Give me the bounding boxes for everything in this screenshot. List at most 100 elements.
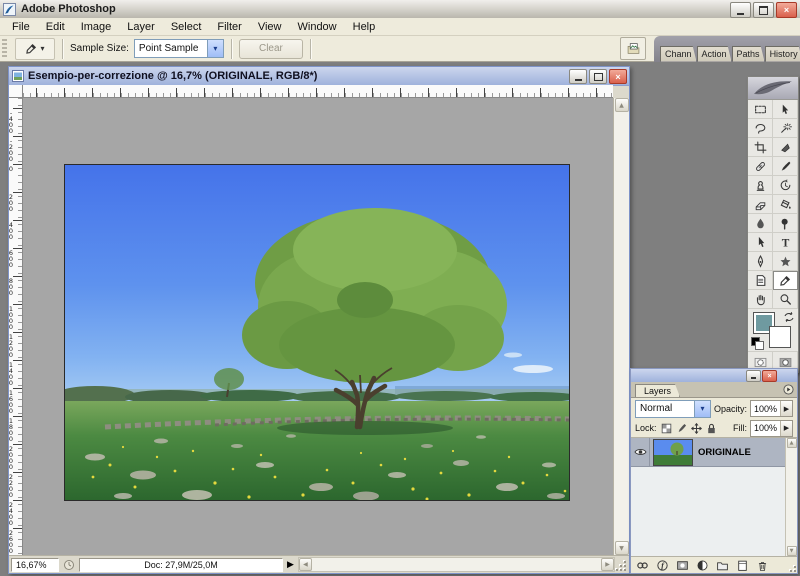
layer-row-originale[interactable]: ORIGINALE (631, 438, 786, 467)
blend-mode-select[interactable]: Normal ▾ (635, 400, 711, 418)
menu-image[interactable]: Image (73, 20, 120, 34)
window-resize-grip[interactable] (615, 558, 627, 572)
doc-minimize-button[interactable] (569, 69, 587, 84)
tool-custom-shape[interactable] (773, 252, 798, 271)
layers-panel-titlebar[interactable]: × (631, 369, 797, 382)
tool-slice[interactable] (773, 138, 798, 157)
background-color-swatch[interactable] (769, 326, 791, 348)
menu-layer[interactable]: Layer (119, 20, 163, 34)
swap-colors-icon[interactable] (783, 311, 795, 323)
tool-preset-button[interactable]: ▾ (15, 38, 55, 60)
sample-size-select[interactable]: Point Sample ▾ (134, 39, 224, 58)
palette-well-tabs: ChannActionPathsHistory (660, 46, 800, 62)
menu-file[interactable]: File (4, 20, 38, 34)
panel-minimize-button[interactable] (746, 370, 761, 382)
vertical-scrollbar[interactable]: ▲ ▼ (613, 98, 629, 555)
menu-window[interactable]: Window (290, 20, 345, 34)
document-size-status[interactable]: Doc: 27,9M/25,0M (79, 558, 283, 572)
slider-arrow-icon[interactable]: ▶ (780, 401, 792, 416)
canvas-area[interactable] (23, 98, 613, 555)
new-group-icon[interactable] (715, 559, 729, 572)
ruler-tick: 1000 (204, 88, 205, 97)
tool-hand[interactable] (748, 290, 773, 309)
lock-paint-icon[interactable] (675, 421, 689, 435)
minimize-button[interactable] (730, 2, 751, 18)
eyedropper-icon (25, 42, 38, 55)
well-tab-chann[interactable]: Chann (660, 46, 697, 62)
tool-brush[interactable] (773, 157, 798, 176)
toolbox-feather-logo[interactable] (748, 77, 798, 100)
tool-crop[interactable] (748, 138, 773, 157)
file-browser-button[interactable] (620, 37, 646, 60)
scroll-right-icon[interactable]: ▶ (601, 558, 614, 571)
tool-lasso[interactable] (748, 119, 773, 138)
doc-maximize-button[interactable] (589, 69, 607, 84)
panel-resize-grip[interactable] (788, 562, 796, 572)
tool-type[interactable]: T (773, 233, 798, 252)
menu-edit[interactable]: Edit (38, 20, 73, 34)
tab-layers[interactable]: Layers (635, 384, 680, 397)
doc-close-button[interactable]: × (609, 69, 627, 84)
scroll-down-icon[interactable]: ▼ (615, 541, 629, 555)
ruler-tick: 2600 (428, 88, 429, 97)
scroll-up-icon[interactable]: ▲ (787, 438, 797, 448)
tool-notes[interactable] (748, 271, 773, 290)
default-colors-icon[interactable] (751, 337, 763, 349)
tool-move[interactable] (773, 100, 798, 119)
opacity-field[interactable]: 100% ▶ (750, 400, 793, 417)
tool-zoom[interactable] (773, 290, 798, 309)
adjustment-layer-icon[interactable] (695, 559, 709, 572)
vertical-ruler[interactable]: -400-20002004006008001000120014001600180… (9, 98, 23, 555)
tool-eraser[interactable] (748, 195, 773, 214)
fill-field[interactable]: 100% ▶ (750, 420, 793, 437)
menu-view[interactable]: View (250, 20, 290, 34)
menu-help[interactable]: Help (345, 20, 384, 34)
tool-history-brush[interactable] (773, 176, 798, 195)
tool-pen[interactable] (748, 252, 773, 271)
tool-blur[interactable] (748, 214, 773, 233)
horizontal-scrollbar[interactable]: ◀ ▶ (298, 557, 615, 572)
well-tab-history[interactable]: History (765, 46, 800, 62)
ruler-origin-corner[interactable] (9, 85, 23, 98)
link-layers-icon[interactable] (635, 559, 649, 572)
lock-all-icon[interactable] (705, 421, 719, 435)
tool-path-selection[interactable] (748, 233, 773, 252)
tool-dodge[interactable] (773, 214, 798, 233)
add-layer-mask-icon[interactable] (675, 559, 689, 572)
tool-healing-brush[interactable] (748, 157, 773, 176)
tool-paint-bucket[interactable] (773, 195, 798, 214)
scroll-up-icon[interactable]: ▲ (615, 98, 629, 112)
close-button[interactable]: × (776, 2, 797, 18)
restore-button[interactable] (753, 2, 774, 18)
document-titlebar[interactable]: Esempio-per-correzione @ 16,7% (ORIGINAL… (9, 67, 629, 86)
layers-scrollbar[interactable]: ▲ ▼ (785, 438, 797, 556)
ruler-tick: 1400 (13, 360, 22, 361)
tool-magic-wand[interactable] (773, 119, 798, 138)
app-titlebar[interactable]: Adobe Photoshop × (0, 0, 800, 19)
well-tab-paths[interactable]: Paths (732, 46, 765, 62)
horizontal-ruler[interactable]: -400-20002004006008001000120014001600180… (23, 85, 613, 98)
tool-eyedropper[interactable] (773, 271, 798, 290)
clear-button[interactable]: Clear (239, 39, 303, 59)
status-popup-arrow-icon[interactable]: ▶ (287, 560, 294, 570)
menu-select[interactable]: Select (163, 20, 210, 34)
delete-layer-icon[interactable] (755, 559, 769, 572)
menu-filter[interactable]: Filter (209, 20, 249, 34)
scroll-down-icon[interactable]: ▼ (787, 546, 797, 556)
lock-position-icon[interactable] (690, 421, 704, 435)
slider-arrow-icon[interactable]: ▶ (780, 421, 792, 436)
options-grip-handle[interactable] (2, 39, 7, 59)
layer-style-icon[interactable]: f (655, 559, 669, 572)
tool-rectangular-marquee[interactable] (748, 100, 773, 119)
photo-tree-landscape[interactable] (64, 164, 570, 501)
new-layer-icon[interactable] (735, 559, 749, 572)
tool-clone-stamp[interactable] (748, 176, 773, 195)
ruler-tick: -200 (13, 136, 22, 137)
well-tab-action[interactable]: Action (697, 46, 732, 62)
layer-visibility-toggle[interactable] (631, 438, 650, 466)
panel-close-button[interactable]: × (762, 370, 777, 382)
lock-transparency-icon[interactable] (660, 421, 674, 435)
scroll-left-icon[interactable]: ◀ (299, 558, 312, 571)
zoom-level-field[interactable]: 16,67% (11, 558, 59, 572)
panel-menu-icon[interactable] (783, 384, 794, 395)
